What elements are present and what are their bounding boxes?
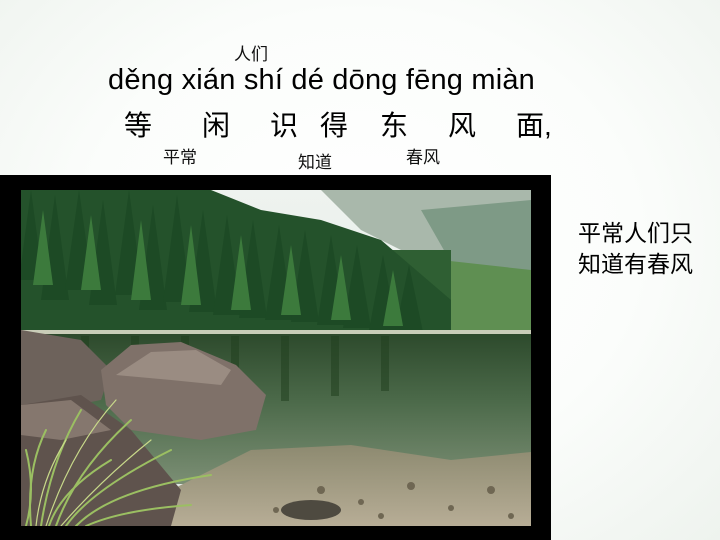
annotation-zhidao: 知道: [298, 153, 332, 172]
lake-forest-photo: [21, 190, 531, 526]
hanzi-char: 风: [448, 110, 477, 141]
hanzi-char: 等: [124, 110, 153, 141]
hanzi-char: 东: [380, 110, 409, 141]
pinyin-line: děng xián shí dé dōng fēng miàn: [108, 64, 536, 96]
hanzi-char: 识: [270, 110, 299, 141]
annotation-chunfeng: 春风: [406, 148, 440, 167]
photo-frame: [0, 175, 551, 540]
hanzi-char: 得: [320, 110, 349, 141]
side-caption: 平常人们只知道有春风: [578, 220, 693, 277]
annotation-pingchang: 平常: [163, 148, 197, 167]
hanzi-char: 闲: [202, 110, 231, 141]
annotation-renmen: 人们: [234, 45, 268, 64]
hanzi-char: 面,: [516, 110, 552, 141]
